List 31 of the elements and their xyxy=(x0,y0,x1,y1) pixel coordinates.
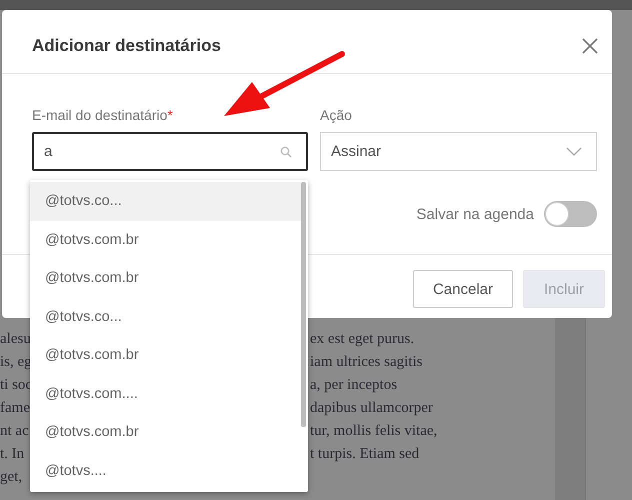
suggestion-item[interactable]: @totvs.com.br xyxy=(30,413,301,452)
suggestion-item[interactable]: @totvs.com.br xyxy=(30,220,301,259)
document-text: nt ac xyxy=(0,422,29,441)
email-input[interactable]: a xyxy=(32,132,308,171)
field-label: Ação xyxy=(320,107,353,123)
chevron-down-icon xyxy=(566,146,582,156)
document-text: fame xyxy=(0,399,30,418)
suggestion-item[interactable]: @totvs.com.... xyxy=(30,374,301,413)
close-icon[interactable] xyxy=(582,38,598,54)
document-text: alesu xyxy=(0,330,31,349)
action-select[interactable]: Assinar xyxy=(320,132,597,171)
document-text: a, per inceptos xyxy=(310,376,398,395)
toggle-label: Salvar na agenda xyxy=(416,206,534,222)
button[interactable]: Cancelar xyxy=(412,270,513,308)
document-text: t turpis. Etiam sed xyxy=(310,445,420,464)
document-text: iam ultrices sagitis xyxy=(310,353,422,372)
search-icon xyxy=(280,146,292,158)
document-text: ex est eget purus. xyxy=(310,330,414,349)
field-label: E-mail do destinatário* xyxy=(32,107,174,123)
suggestion-item[interactable]: @totvs.com.br xyxy=(30,259,301,298)
scrollbar-thumb[interactable] xyxy=(301,182,306,427)
suggestion-item[interactable]: @totvs.co... xyxy=(30,298,301,336)
document-text: get, xyxy=(0,468,22,487)
suggestion-item[interactable]: @totvs.com.br xyxy=(30,336,301,374)
suggestion-item[interactable]: @totvs.... xyxy=(30,452,301,490)
dialog-title: Adicionar destinatários xyxy=(32,36,221,56)
document-text: dapibus ullamcorper xyxy=(310,399,433,418)
suggestion-item[interactable]: @totvs.co... xyxy=(30,182,301,220)
document-text: tur, mollis felis vitae, xyxy=(310,422,438,441)
toggle-switch[interactable] xyxy=(544,201,597,227)
document-text: t. In xyxy=(0,445,24,464)
